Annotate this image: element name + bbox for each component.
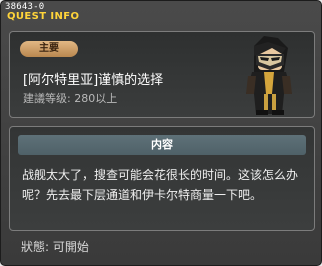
quest-type-badge: 主要 [20, 41, 78, 57]
content-header: 内容 [18, 135, 306, 155]
quest-name: [阿尔特里亚]谨慎的选择 [23, 73, 164, 88]
quest-summary-panel: 主要 [阿尔特里亚]谨慎的选择 建議等级: 280以上 [9, 31, 315, 118]
window-title: QUEST INFO [7, 11, 80, 22]
quest-content-panel: 内容 战舰太大了，搜查可能会花很长的时间。这该怎么办呢？先去最下层通道和伊卡尔特… [9, 126, 315, 231]
quest-info-window: 38643-0 QUEST INFO 主要 [阿尔特里亚]谨慎的选择 建議等级:… [0, 0, 322, 266]
content-text: 战舰太大了，搜查可能会花很长的时间。这该怎么办呢？先去最下层通道和伊卡尔特商量一… [22, 168, 299, 202]
recommended-level: 建議等级: 280以上 [23, 92, 118, 105]
quest-status: 狀態: 可開始 [21, 240, 89, 254]
npc-portrait [246, 36, 292, 115]
